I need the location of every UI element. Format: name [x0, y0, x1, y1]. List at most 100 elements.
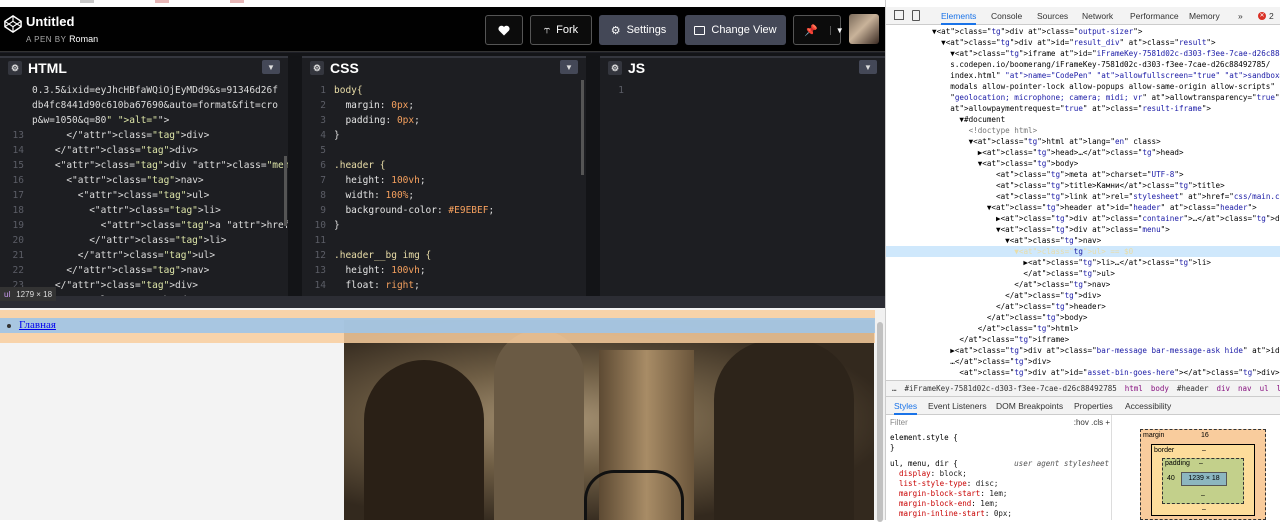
- code-line[interactable]: </"attr">class="tag">li>: [32, 233, 226, 248]
- code-line[interactable]: </"attr">class="tag">ul>: [32, 248, 215, 263]
- padding-bottom-value[interactable]: –: [1201, 492, 1205, 499]
- css-editor[interactable]: ⚙ CSS ▼ 1 body{2 margin: 0px; 3 padding: 0…: [302, 56, 586, 296]
- chevron-down-icon[interactable]: ▼: [829, 25, 844, 35]
- js-editor[interactable]: ⚙ JS ▼ 1: [600, 56, 885, 296]
- heart-button[interactable]: [485, 15, 523, 45]
- code-line[interactable]: .header {: [334, 158, 385, 173]
- dom-node[interactable]: ▼<at">class="tg">div at">class="menu">: [886, 224, 1280, 235]
- code-line[interactable]: height: 100vh;: [334, 173, 425, 188]
- margin-top-value[interactable]: 16: [1201, 432, 1209, 439]
- style-selector[interactable]: element.style {: [890, 433, 1110, 443]
- dom-node[interactable]: ▼<at">class="tg">body>: [886, 158, 1280, 169]
- style-declaration[interactable]: margin-block-start: 1em;: [890, 489, 1110, 499]
- dom-node[interactable]: </at">class="tg">iframe>: [886, 334, 1280, 345]
- padding-value[interactable]: –: [1199, 460, 1203, 467]
- dom-node[interactable]: ▼<at">class="tg">header at">id="header" …: [886, 202, 1280, 213]
- code-line[interactable]: <"attr">class="tag">a "attr">href="#">Гл…: [32, 218, 288, 233]
- chevron-down-icon[interactable]: ▼: [262, 60, 280, 74]
- dom-node[interactable]: index.html" "at">name="CodePen" "at">all…: [886, 70, 1280, 81]
- code-line[interactable]: margin: 0px;: [334, 98, 414, 113]
- js-code[interactable]: 1: [600, 80, 885, 296]
- code-line[interactable]: background-color: #E9EBEF;: [334, 203, 494, 218]
- breadcrumb-item[interactable]: body: [1151, 384, 1169, 393]
- chevron-down-icon[interactable]: ▼: [859, 60, 877, 74]
- tab-elements[interactable]: Elements: [941, 7, 977, 25]
- tab-memory[interactable]: Memory: [1189, 7, 1220, 25]
- code-line[interactable]: }: [334, 128, 340, 143]
- code-line[interactable]: .header__bg img {: [334, 248, 431, 263]
- style-declaration[interactable]: margin-block-end: 1em;: [890, 499, 1110, 509]
- settings-button[interactable]: ⚙ Settings: [599, 15, 678, 45]
- dom-node[interactable]: s.codepen.io/boomerang/iFrameKey-7581d02…: [886, 59, 1280, 70]
- breadcrumb-item[interactable]: #iFrameKey-7581d02c-d303-f3ee-7cae-d26c8…: [905, 384, 1117, 393]
- style-declaration[interactable]: list-style-type: disc;: [890, 479, 1110, 489]
- dom-node[interactable]: <at">class="tg">meta at">charset="UTF-8"…: [886, 169, 1280, 180]
- dom-tree[interactable]: ▼<at">class="tg">div at">class="output-s…: [886, 25, 1280, 380]
- html-editor[interactable]: ⚙ HTML ▼ 0.3.5&ixid=eyJhcHBfaWQiOjEyMDd9…: [0, 56, 288, 296]
- code-line[interactable]: </"attr">class="tag">nav>: [32, 263, 209, 278]
- code-line[interactable]: }: [334, 218, 340, 233]
- content-size[interactable]: 1239 × 18: [1181, 472, 1227, 486]
- css-code[interactable]: 1 body{2 margin: 0px; 3 padding: 0px; 4} 5 6.…: [302, 80, 586, 296]
- dom-node[interactable]: <at">class="tg">title>Камни</at">class="…: [886, 180, 1280, 191]
- gear-icon[interactable]: ⚙: [608, 61, 622, 75]
- breadcrumb-item[interactable]: #header: [1177, 384, 1209, 393]
- dom-node[interactable]: <at">class="tg">link at">rel="stylesheet…: [886, 191, 1280, 202]
- styles-filter-input[interactable]: Filter :hov .cls +: [890, 418, 1110, 430]
- code-line[interactable]: height: 100vh;: [334, 263, 425, 278]
- html-code[interactable]: 0.3.5&ixid=eyJhcHBfaWQiOjEyMDd9&s=91346d…: [0, 80, 288, 296]
- code-line[interactable]: width: 100%;: [334, 188, 414, 203]
- scrollbar[interactable]: [581, 80, 584, 175]
- filter-buttons[interactable]: :hov .cls +: [1074, 418, 1110, 428]
- tab-event-listeners[interactable]: Event Listeners: [928, 397, 987, 415]
- tab-performance[interactable]: Performance: [1130, 7, 1179, 25]
- device-toolbar-icon[interactable]: [912, 10, 920, 21]
- nav-link-home[interactable]: Главная: [19, 319, 56, 331]
- tab-dom-breakpoints[interactable]: DOM Breakpoints: [996, 397, 1063, 415]
- breadcrumb-item[interactable]: div: [1216, 384, 1230, 393]
- code-line[interactable]: <"attr">class="tag">li>: [32, 203, 221, 218]
- stylesheet-source[interactable]: user agent stylesheet: [1014, 459, 1109, 469]
- author-name[interactable]: Roman: [69, 34, 98, 44]
- breadcrumb-item[interactable]: …: [892, 384, 897, 393]
- dom-node[interactable]: ▶<at">class="tg">div at">class="containe…: [886, 213, 1280, 224]
- code-line[interactable]: float: right;: [334, 278, 419, 293]
- dom-node[interactable]: <at">class="tg">div at">id="asset-bin-go…: [886, 367, 1280, 378]
- dom-node[interactable]: </at">class="tg">header>: [886, 301, 1280, 312]
- code-line[interactable]: </"attr">class="tag">div>: [32, 128, 209, 143]
- result-resizer[interactable]: [0, 296, 885, 308]
- error-count[interactable]: 2: [1269, 7, 1274, 25]
- breadcrumb-item[interactable]: li: [1277, 384, 1280, 393]
- code-line[interactable]: p&w=1050&q=80" ">alt="">: [32, 113, 169, 128]
- result-scrollbar[interactable]: [875, 310, 885, 522]
- tab-sources[interactable]: Sources: [1037, 7, 1068, 25]
- dom-node[interactable]: </at">class="tg">nav>: [886, 279, 1280, 290]
- code-line[interactable]: 0.3.5&ixid=eyJhcHBfaWQiOjEyMDd9&s=91346d…: [32, 83, 278, 98]
- tab-console[interactable]: Console: [991, 7, 1022, 25]
- dom-node[interactable]: at">allowpaymentrequest="true" at">class…: [886, 103, 1280, 114]
- inspect-icon[interactable]: [894, 10, 904, 20]
- pen-title[interactable]: Untitled: [26, 14, 74, 29]
- code-line[interactable]: body{: [334, 83, 363, 98]
- pin-button[interactable]: 📌 ▼: [793, 15, 844, 45]
- dom-node[interactable]: modals allow-pointer-lock allow-popups a…: [886, 81, 1280, 92]
- dom-node[interactable]: ▶<at">class="tg">head>…</at">class="tg">…: [886, 147, 1280, 158]
- dom-node[interactable]: </at">class="tg">div>: [886, 290, 1280, 301]
- tab-properties[interactable]: Properties: [1074, 397, 1113, 415]
- change-view-button[interactable]: Change View: [685, 15, 786, 45]
- gear-icon[interactable]: ⚙: [8, 61, 22, 75]
- dom-node-selected[interactable]: ▼<at">class="tg">ul> == $0: [886, 246, 1280, 257]
- gear-icon[interactable]: ⚙: [310, 61, 324, 75]
- code-line[interactable]: db4fc8441d90c610ba67690&auto=format&fit=…: [32, 98, 278, 113]
- dom-node[interactable]: <!doctype html>: [886, 125, 1280, 136]
- chevron-down-icon[interactable]: ▼: [560, 60, 578, 74]
- border-value[interactable]: –: [1202, 447, 1206, 454]
- dom-node[interactable]: ▼<at">class="tg">html at">lang="en" clas…: [886, 136, 1280, 147]
- code-line[interactable]: <"attr">class="tag">div "attr">class="me…: [32, 158, 288, 173]
- style-declaration[interactable]: margin-inline-start: 0px;: [890, 509, 1110, 519]
- avatar[interactable]: [849, 14, 879, 44]
- dom-node[interactable]: ▶<at">class="tg">li>…</at">class="tg">li…: [886, 257, 1280, 268]
- dom-node[interactable]: </at">class="tg">body>: [886, 312, 1280, 323]
- dom-node[interactable]: </at">class="tg">html>: [886, 323, 1280, 334]
- tab-network[interactable]: Network: [1082, 7, 1113, 25]
